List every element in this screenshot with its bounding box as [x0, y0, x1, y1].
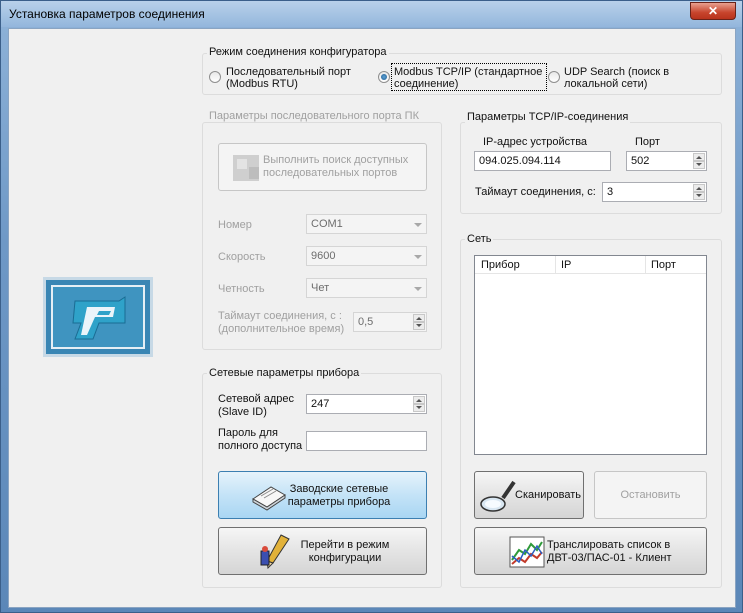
- slave-id-label: Сетевой адрес (Slave ID): [218, 393, 295, 418]
- serial-number-combo: COM1: [306, 214, 427, 234]
- column-header-port[interactable]: Порт: [651, 259, 676, 271]
- dialog-window: Установка параметров соединения ✕ Режим …: [0, 0, 743, 613]
- column-header-device[interactable]: Прибор: [481, 259, 520, 271]
- column-header-ip[interactable]: IP: [561, 259, 571, 271]
- company-logo: [43, 277, 153, 357]
- factory-defaults-button[interactable]: Заводские сетевые параметры прибора: [218, 471, 427, 519]
- slave-id-spinner[interactable]: 247: [306, 394, 427, 414]
- serial-group-label: Параметры последовательного порта ПК: [207, 110, 421, 122]
- title-bar[interactable]: Установка параметров соединения ✕: [1, 1, 742, 27]
- stop-button: Остановить: [594, 471, 707, 519]
- spin-arrows-icon[interactable]: [413, 396, 425, 412]
- radio-udp-search[interactable]: [548, 71, 560, 83]
- password-label: Пароль для полного доступа: [218, 427, 303, 452]
- chevron-down-icon: [414, 223, 422, 227]
- device-list-header: Прибор IP Порт: [475, 256, 706, 274]
- serial-parity-label: Четность: [218, 283, 265, 295]
- device-list[interactable]: Прибор IP Порт: [474, 255, 707, 455]
- ip-label: IP-адрес устройства: [483, 136, 588, 148]
- config-mode-button[interactable]: Перейти в режим конфигурации: [218, 527, 427, 575]
- port-search-icon: [233, 155, 259, 181]
- tcp-timeout-label: Таймаут соединения, с:: [475, 186, 596, 198]
- ip-address-input[interactable]: 094.025.094.114: [474, 151, 611, 171]
- close-icon: ✕: [707, 4, 719, 18]
- radio-serial[interactable]: [209, 71, 221, 83]
- device-group-label: Сетевые параметры прибора: [207, 367, 362, 379]
- serial-number-label: Номер: [218, 219, 252, 231]
- dialog-client-area: Режим соединения конфигуратора Последова…: [8, 28, 736, 608]
- logo-mark-icon: [72, 296, 126, 340]
- radio-serial-label[interactable]: Последовательный порт (Modbus RTU): [226, 66, 351, 90]
- serial-timeout-spinner: 0,5: [353, 312, 427, 332]
- serial-timeout-label: Таймаут соединения, с : (дополнительное в…: [218, 310, 345, 335]
- radio-modbus-tcp-label[interactable]: Modbus TCP/IP (стандартное соединение): [394, 66, 542, 90]
- port-label: Порт: [635, 136, 660, 148]
- chart-icon: [509, 536, 545, 568]
- spin-arrows-icon[interactable]: [693, 153, 705, 169]
- radio-modbus-tcp[interactable]: [378, 71, 390, 83]
- magnifier-icon: [480, 480, 516, 512]
- serial-parity-combo: Чет: [306, 278, 427, 298]
- spin-arrows-icon: [413, 314, 425, 330]
- tcp-group-label: Параметры TCP/IP-соединения: [465, 111, 631, 123]
- window-title: Установка параметров соединения: [9, 7, 205, 21]
- transmit-list-button[interactable]: Транслировать список в ДВТ-03/ПАС-01 - Кл…: [474, 527, 707, 575]
- chevron-down-icon: [414, 255, 422, 259]
- mode-group-label: Режим соединения конфигуратора: [207, 46, 389, 58]
- password-input[interactable]: [306, 431, 427, 451]
- scan-button[interactable]: Сканировать: [474, 471, 584, 519]
- port-spinner[interactable]: 502: [626, 151, 707, 171]
- spin-arrows-icon[interactable]: [693, 184, 705, 200]
- port-search-button: Выполнить поиск доступных последовательны…: [218, 143, 427, 191]
- close-button[interactable]: ✕: [690, 2, 736, 20]
- radio-udp-search-label[interactable]: UDP Search (поиск в локальной сети): [564, 66, 669, 90]
- chevron-down-icon: [414, 287, 422, 291]
- tcp-timeout-spinner[interactable]: 3: [602, 182, 707, 202]
- serial-speed-combo: 9600: [306, 246, 427, 266]
- network-group-label: Сеть: [465, 233, 494, 245]
- pen-config-icon: [260, 534, 290, 570]
- serial-speed-label: Скорость: [218, 251, 266, 263]
